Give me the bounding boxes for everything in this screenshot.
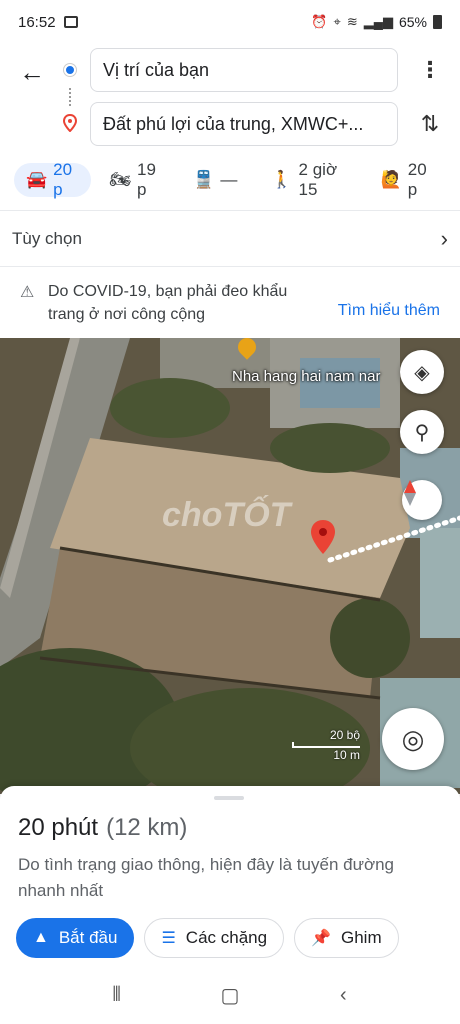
action-buttons: ▲ Bắt đầu ☰ Các chặng 📌 Ghim (16, 918, 399, 958)
pin-icon: 📌 (311, 930, 331, 947)
map-scale: 20 bộ 10 m (292, 728, 362, 764)
pin-label: Ghim (341, 928, 382, 947)
covid-notice: ⚠ Do COVID-19, bạn phải đeo khẩu trang ở… (0, 268, 460, 338)
route-dots-icon (69, 88, 71, 106)
system-back-button[interactable]: ‹ (323, 975, 363, 1015)
sheet-handle[interactable] (214, 796, 244, 800)
scale-feet: 20 bộ (329, 728, 360, 742)
home-icon: ▢ (220, 984, 240, 1007)
origin-input[interactable]: Vị trí của bạn (90, 48, 398, 92)
search-icon: ⚲ (414, 421, 430, 444)
layers-button[interactable]: ◈ (400, 350, 444, 394)
covid-message: Do COVID-19, bạn phải đeo khẩu trang ở n… (48, 283, 288, 323)
options-row[interactable]: Tùy chọn › (0, 212, 460, 266)
chevron-right-icon: › (440, 226, 448, 251)
transit-icon: 🚆 (193, 170, 215, 189)
back-button[interactable]: ← (16, 56, 48, 88)
motorcycle-icon: 🏍 (109, 170, 131, 189)
layers-icon: ◈ (414, 361, 430, 384)
compass-button[interactable] (402, 480, 442, 520)
tab-transit-label: — (220, 170, 238, 189)
route-distance: (12 km) (106, 814, 188, 841)
signal-icon: ▂▄▆ (363, 14, 393, 29)
status-right: ⏰ ⌖ ≋ ▂▄▆ 65% (311, 14, 442, 30)
wifi-icon: ≋ (346, 14, 358, 29)
car-icon: 🚘 (26, 170, 48, 189)
steps-label: Các chặng (185, 928, 268, 947)
status-bar: 16:52 ⏰ ⌖ ≋ ▂▄▆ 65% (0, 0, 460, 44)
scale-meters: 10 m (333, 748, 360, 762)
tab-motorcycle-label: 19 p (137, 160, 156, 199)
tab-ride-label: 20 p (407, 160, 427, 199)
tab-driving-label: 20 p (53, 160, 73, 199)
tab-ride[interactable]: 🙋 20 p (369, 160, 446, 199)
battery-percent: 65% (398, 14, 427, 30)
map-search-button[interactable]: ⚲ (400, 410, 444, 454)
recent-apps-button[interactable]: ⦀ (97, 975, 137, 1015)
system-nav-bar: ⦀ ▢ ‹ (0, 966, 460, 1024)
start-button[interactable]: ▲ Bắt đầu (16, 918, 135, 958)
warning-icon: ⚠ (20, 284, 35, 301)
navigation-arrow-icon: ▲ (33, 929, 49, 946)
tab-transit[interactable]: 🚆 — (181, 163, 249, 197)
tab-walking[interactable]: 🚶 2 giờ 15 (259, 160, 362, 199)
gallery-icon (63, 16, 78, 28)
divider (0, 266, 460, 267)
learn-more-link[interactable]: Tìm hiểu thêm (338, 302, 440, 320)
recent-apps-icon: ⦀ (112, 983, 122, 1006)
origin-dot-icon (64, 64, 76, 76)
route-summary-sheet: 20 phút (12 km) Do tình trạng giao thông,… (0, 786, 460, 966)
more-options-button[interactable]: ⋮ (418, 58, 442, 82)
route-duration: 20 phút (18, 814, 99, 841)
my-location-icon: ◎ (401, 723, 425, 754)
tab-walking-label: 2 giờ 15 (298, 160, 338, 199)
options-label: Tùy chọn (12, 229, 82, 248)
alarm-icon: ⏰ (311, 14, 328, 29)
travel-mode-tabs: 🚘 20 p 🏍 19 p 🚆 — 🚶 2 giờ 15 🙋 20 p (0, 160, 460, 200)
list-icon: ☰ (161, 930, 176, 947)
divider (0, 210, 460, 211)
tab-motorcycle[interactable]: 🏍 19 p (97, 160, 175, 199)
map-view[interactable]: Nha hang hai nam nar choTỐT ◈ ⚲ 20 bộ 10… (0, 338, 460, 794)
status-time: 16:52 (18, 13, 56, 31)
swap-button[interactable]: ⇅ (416, 110, 444, 138)
ride-icon: 🙋 (380, 170, 402, 189)
battery-icon (433, 15, 442, 29)
destination-pin-icon (62, 114, 78, 132)
walk-icon: 🚶 (271, 170, 293, 189)
home-button[interactable]: ▢ (210, 975, 250, 1015)
steps-button[interactable]: ☰ Các chặng (144, 918, 285, 958)
start-label: Bắt đầu (58, 928, 118, 947)
tab-driving[interactable]: 🚘 20 p (14, 160, 92, 199)
place-label[interactable]: Nha hang hai nam nar (232, 368, 380, 385)
destination-input[interactable]: Đất phú lợi của trung, XMWC+... (90, 102, 398, 146)
watermark-logo: choTỐT (162, 496, 291, 534)
route-eta: 20 phút (12 km) (18, 814, 187, 842)
back-chevron-icon: ‹ (339, 983, 347, 1006)
route-note: Do tình trạng giao thông, hiện đây là tu… (18, 855, 395, 900)
pin-button[interactable]: 📌 Ghim (294, 918, 399, 958)
my-location-button[interactable]: ◎ (382, 708, 444, 770)
location-icon: ⌖ (333, 14, 341, 29)
compass-icon (404, 480, 416, 506)
